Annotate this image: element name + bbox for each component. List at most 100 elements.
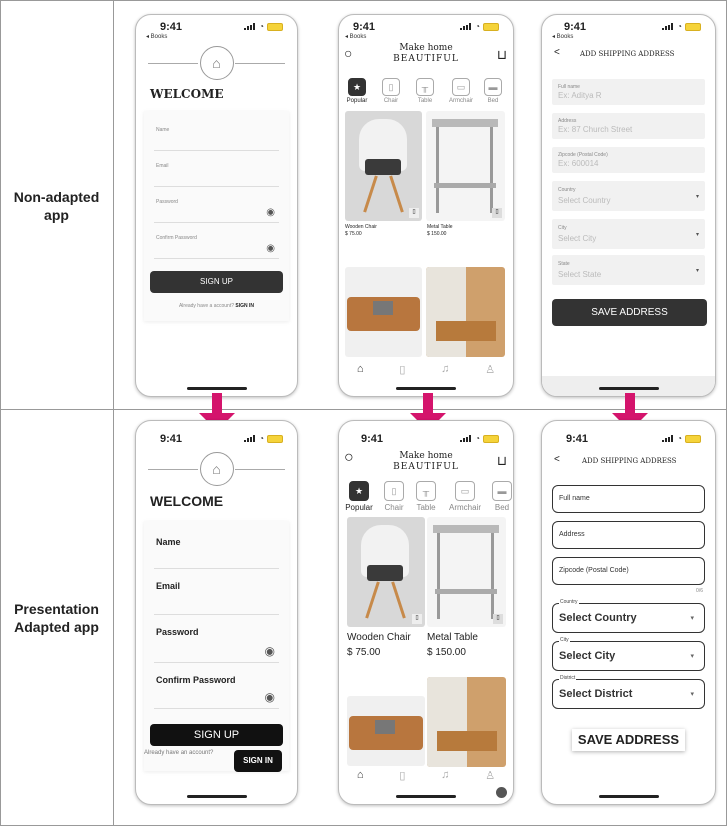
product-image-wooden-chair[interactable]: ▯: [347, 517, 425, 627]
user-icon[interactable]: ♙: [485, 769, 495, 782]
cart-icon[interactable]: ⊔: [497, 453, 507, 469]
password-label: Password: [156, 627, 199, 637]
bell-icon[interactable]: ♫: [441, 363, 449, 376]
back-icon[interactable]: <: [554, 47, 560, 58]
shop-title-line1: Make home: [399, 43, 453, 53]
wifi-icon: ◔: [259, 22, 264, 31]
password-label: Password: [156, 199, 178, 205]
category-chair[interactable]: ▯ Chair: [381, 481, 407, 512]
password-field[interactable]: Password ◉: [154, 187, 279, 223]
battery-icon: [483, 22, 499, 31]
eye-icon[interactable]: ◉: [265, 690, 275, 704]
chevron-down-icon: ▾: [695, 232, 699, 238]
product-image-metal-table[interactable]: ▯: [427, 517, 506, 627]
table-leg: [436, 127, 439, 213]
confirm-password-label: Confirm Password: [156, 235, 197, 241]
battery-icon: [267, 434, 283, 443]
address-field[interactable]: Address Ex: 87 Church Street: [552, 113, 705, 139]
zipcode-counter: 0/6: [696, 588, 703, 594]
eye-icon[interactable]: ◉: [266, 207, 275, 218]
state-select[interactable]: State Select State ▾: [552, 255, 705, 285]
save-address-button[interactable]: SAVE ADDRESS: [552, 299, 707, 326]
phone-signup-adapted: 9:41 ◔ ⌂ WELCOME Name Email Password ◉ Co…: [135, 420, 298, 805]
category-bed[interactable]: ▬ Bed: [489, 481, 513, 512]
product-image-wooden-chair[interactable]: ▯: [345, 111, 422, 221]
bell-icon[interactable]: ♫: [441, 769, 449, 782]
product-image-room[interactable]: [426, 267, 505, 357]
eye-icon[interactable]: ◉: [266, 243, 275, 254]
bookmark-icon[interactable]: ▯: [399, 363, 405, 376]
bookmark-badge-icon[interactable]: ▯: [493, 614, 503, 624]
room-wall: [426, 267, 466, 357]
confirm-password-field[interactable]: Confirm Password ◉: [154, 223, 279, 259]
city-select[interactable]: City Select City ▾: [552, 219, 705, 249]
zipcode-field[interactable]: Zipcode (Postal Code) Ex: 600014: [552, 147, 705, 173]
status-time: 9:41: [160, 21, 183, 33]
home-icon[interactable]: ⌂: [357, 769, 364, 782]
star-icon: ★: [348, 78, 366, 96]
table-leg: [491, 533, 494, 619]
bed-icon: ▬: [484, 78, 502, 96]
email-field[interactable]: Email: [154, 151, 279, 187]
cart-icon[interactable]: ⊔: [497, 47, 507, 63]
category-table[interactable]: ╥ Table: [413, 481, 439, 512]
password-field[interactable]: Password ◉: [154, 615, 279, 663]
accessibility-icon[interactable]: [496, 787, 507, 798]
back-icon[interactable]: <: [554, 454, 560, 465]
country-select[interactable]: Country Select Country ▾: [552, 599, 705, 633]
signin-link[interactable]: SIGN IN: [234, 750, 282, 772]
country-select[interactable]: Country Select Country ▾: [552, 181, 705, 211]
product-name: Wooden Chair: [345, 224, 377, 230]
name-field[interactable]: Name: [154, 115, 279, 151]
product-image-sofa[interactable]: [345, 267, 422, 357]
phone-address-non-adapted: 9:41 ◂ Books ◔ < ADD SHIPPING ADDRESS Fu…: [541, 14, 716, 397]
name-field[interactable]: Name: [154, 525, 279, 569]
email-field[interactable]: Email: [154, 569, 279, 615]
back-to-books[interactable]: ◂ Books: [345, 33, 366, 40]
bookmark-badge-icon[interactable]: ▯: [412, 614, 422, 624]
signal-icon: [662, 23, 674, 30]
product-name: Wooden Chair: [347, 632, 411, 643]
address-header: ADD SHIPPING ADDRESS: [580, 50, 675, 58]
home-icon[interactable]: ⌂: [357, 363, 364, 376]
category-chair[interactable]: ▯ Chair: [379, 78, 403, 104]
confirm-password-field[interactable]: Confirm Password ◉: [154, 663, 279, 709]
chair-leg: [363, 175, 378, 213]
category-popular[interactable]: ★ Popular: [345, 481, 373, 512]
user-icon[interactable]: ♙: [485, 363, 495, 376]
signin-prompt-text: Already have a account?: [178, 303, 235, 309]
category-table[interactable]: ╥ Table: [413, 78, 437, 104]
full-name-field[interactable]: Full name: [552, 485, 705, 513]
bed-icon: ▬: [492, 481, 512, 501]
bookmark-badge-icon[interactable]: ▯: [409, 208, 419, 218]
status-bar: 9:41 ◂ Books ◔: [542, 15, 715, 45]
category-armchair[interactable]: ▭ Armchair: [445, 481, 485, 512]
address-field[interactable]: Address: [552, 521, 705, 549]
status-time: 9:41: [566, 433, 589, 445]
back-to-books[interactable]: ◂ Books: [552, 33, 573, 40]
wifi-icon: ◔: [475, 434, 480, 443]
bookmark-icon[interactable]: ▯: [399, 769, 405, 782]
logo-line-right: [235, 469, 285, 470]
district-select[interactable]: District Select District ▾: [552, 675, 705, 709]
back-to-books[interactable]: ◂ Books: [146, 33, 167, 40]
category-bed[interactable]: ▬ Bed: [481, 78, 505, 104]
phone-shop-adapted: 9:41 ◔ ○ Make home BEAUTIFUL ⊔ ★ Popular …: [338, 420, 514, 805]
product-price: $ 75.00: [345, 231, 362, 237]
zipcode-field[interactable]: Zipcode (Postal Code): [552, 557, 705, 585]
product-image-room[interactable]: [427, 677, 506, 767]
signup-button[interactable]: SIGN UP: [150, 271, 283, 293]
category-armchair[interactable]: ▭ Armchair: [446, 78, 476, 104]
name-label: Name: [156, 537, 181, 547]
full-name-field[interactable]: Full name Ex: Aditya R: [552, 79, 705, 105]
product-image-sofa[interactable]: [347, 696, 425, 766]
signin-link[interactable]: SIGN IN: [235, 303, 254, 309]
city-select[interactable]: City Select City ▾: [552, 637, 705, 671]
bookmark-badge-icon[interactable]: ▯: [492, 208, 502, 218]
armchair-icon: ▭: [452, 78, 470, 96]
product-image-metal-table[interactable]: ▯: [426, 111, 505, 221]
category-popular[interactable]: ★ Popular: [345, 78, 369, 104]
save-address-button[interactable]: SAVE ADDRESS: [572, 729, 685, 751]
signup-button[interactable]: SIGN UP: [150, 724, 283, 746]
eye-icon[interactable]: ◉: [265, 644, 275, 658]
